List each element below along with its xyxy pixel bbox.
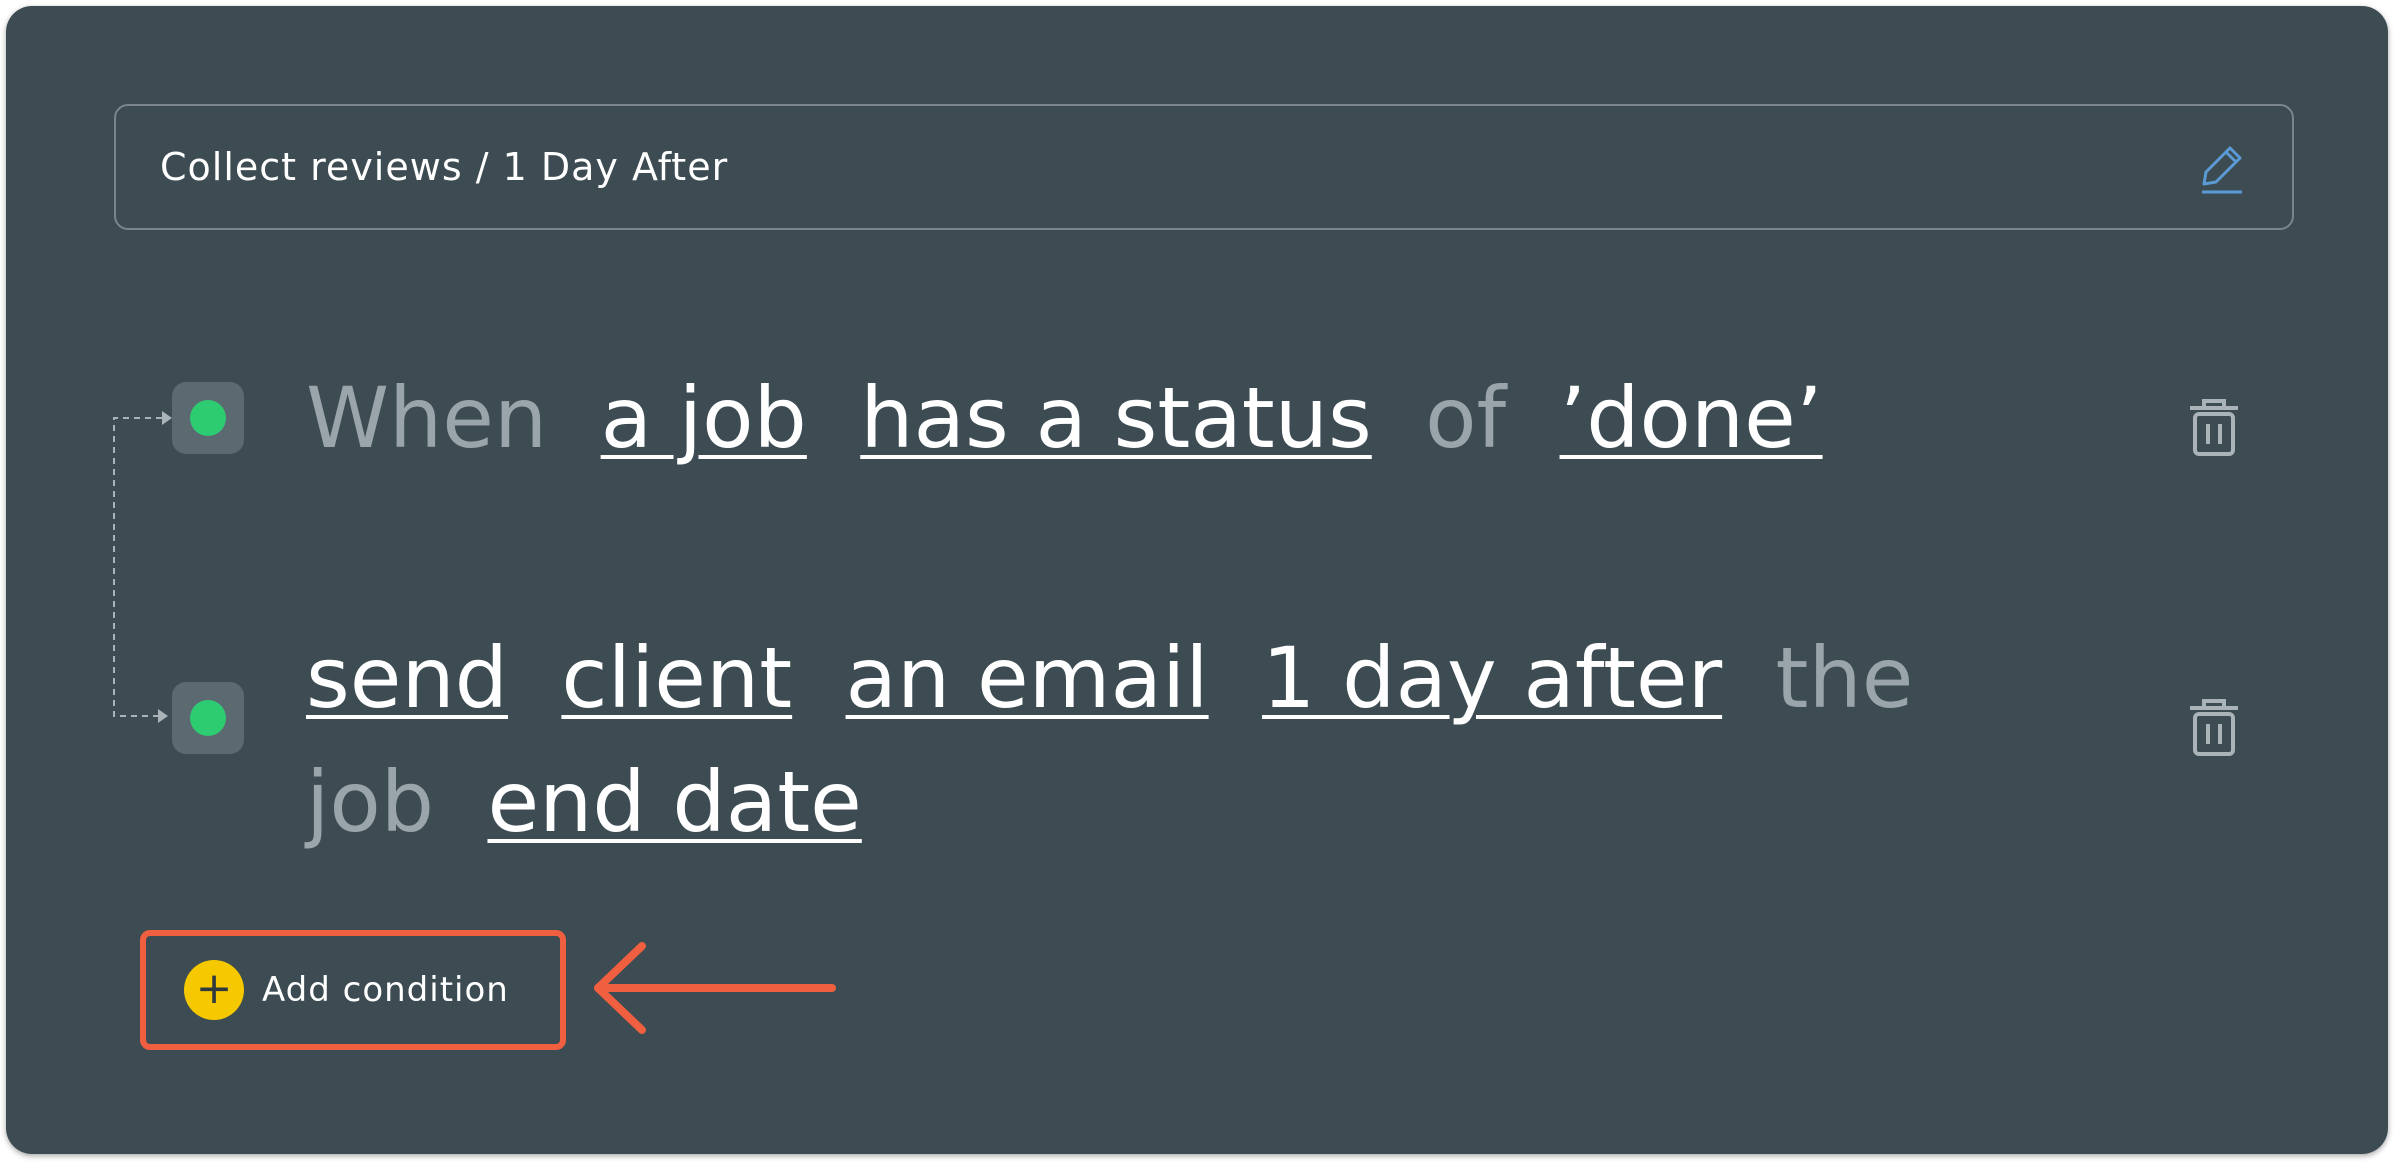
rule-token[interactable]: has a status bbox=[860, 369, 1371, 467]
rule-sentence: send client an email 1 day after the job… bbox=[306, 616, 2066, 864]
rule-token[interactable]: a job bbox=[601, 369, 807, 467]
trash-icon[interactable] bbox=[2186, 398, 2242, 458]
status-indicator bbox=[172, 682, 244, 754]
status-indicator bbox=[172, 382, 244, 454]
trash-icon[interactable] bbox=[2186, 698, 2242, 758]
add-condition-highlight: + Add condition bbox=[140, 930, 566, 1050]
rule-sentence: When a job has a status of ’done’ bbox=[306, 356, 2146, 480]
pencil-icon[interactable] bbox=[2196, 142, 2248, 194]
automation-title: Collect reviews / 1 Day After bbox=[160, 145, 729, 189]
rule-token[interactable]: client bbox=[561, 629, 792, 727]
status-dot bbox=[190, 400, 226, 436]
arrow-left-icon bbox=[594, 942, 836, 1034]
rule-text: When bbox=[306, 369, 548, 467]
rule-token[interactable]: ’done’ bbox=[1560, 369, 1823, 467]
rule-token[interactable]: 1 day after bbox=[1262, 629, 1722, 727]
add-condition-button[interactable]: + Add condition bbox=[184, 960, 509, 1020]
plus-icon: + bbox=[184, 960, 244, 1020]
rule-token[interactable]: end date bbox=[487, 753, 861, 851]
status-dot bbox=[190, 700, 226, 736]
automation-title-field[interactable]: Collect reviews / 1 Day After bbox=[114, 104, 2294, 230]
rule-token[interactable]: send bbox=[306, 629, 508, 727]
automation-card: Collect reviews / 1 Day After When a job… bbox=[6, 6, 2388, 1154]
rule-token[interactable]: an email bbox=[846, 629, 1209, 727]
rule-text: of bbox=[1425, 369, 1507, 467]
add-condition-label: Add condition bbox=[262, 970, 509, 1010]
